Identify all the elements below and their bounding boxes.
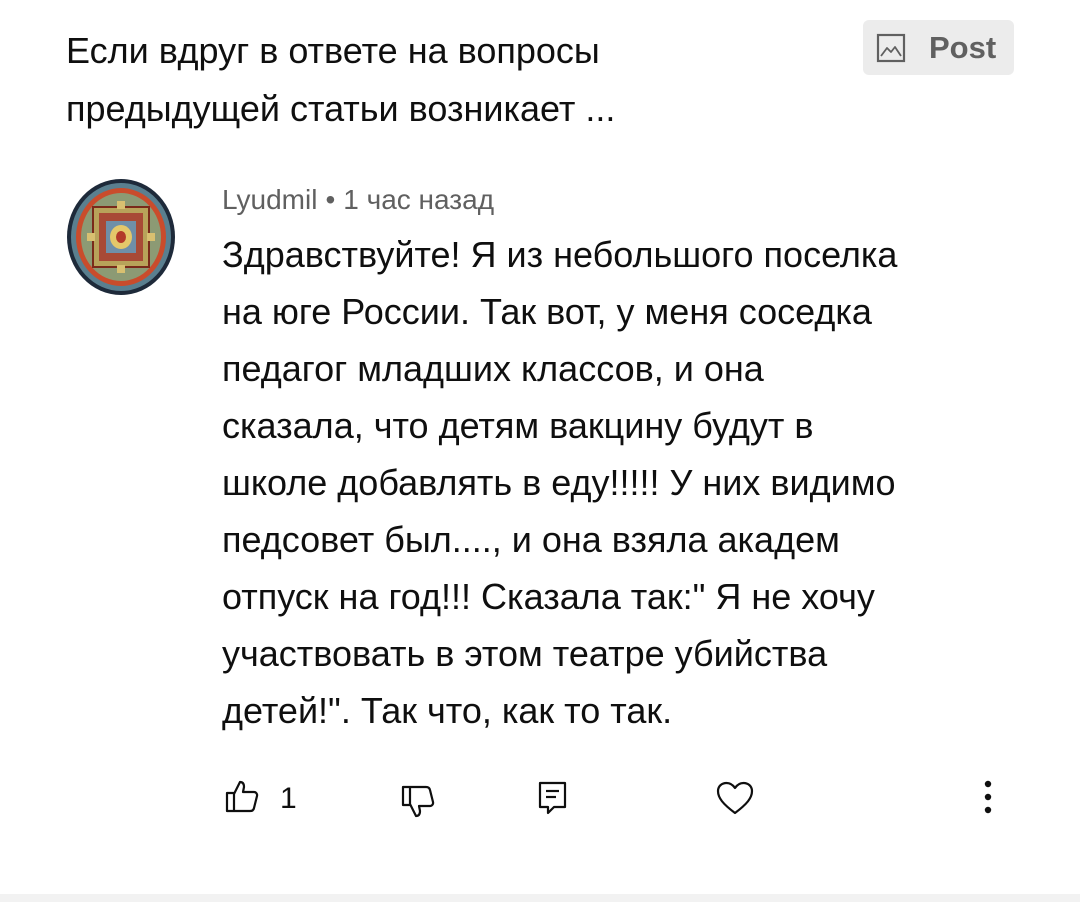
thumbs-down-icon [400,784,436,825]
dislike-button[interactable] [400,784,436,825]
heart-icon [715,780,755,821]
comment-author[interactable]: Lyudmil [222,184,317,215]
post-button[interactable]: Post [863,20,1014,75]
post-button-label: Post [929,29,997,65]
bottom-divider [0,894,1080,902]
avatar[interactable] [66,178,176,296]
more-vertical-icon [980,780,996,821]
heart-button[interactable] [715,780,755,821]
comment-meta: Lyudmil • 1 час назад [222,180,494,220]
comment-time: 1 час назад [343,184,495,215]
post-header: Если вдруг в ответе на вопросы предыдуще… [66,22,846,138]
thumbs-up-icon [224,778,260,819]
reply-button[interactable] [537,780,569,821]
more-button[interactable] [980,780,996,821]
comment-text: Здравствуйте! Я из небольшого поселка на… [222,234,898,731]
meta-separator: • [325,184,336,215]
post-snippet[interactable]: Если вдруг в ответе на вопросы предыдуще… [66,22,846,138]
like-button[interactable]: 1 [224,778,297,819]
image-icon [875,32,907,64]
like-count: 1 [280,781,297,815]
reply-comment-icon [537,780,569,821]
